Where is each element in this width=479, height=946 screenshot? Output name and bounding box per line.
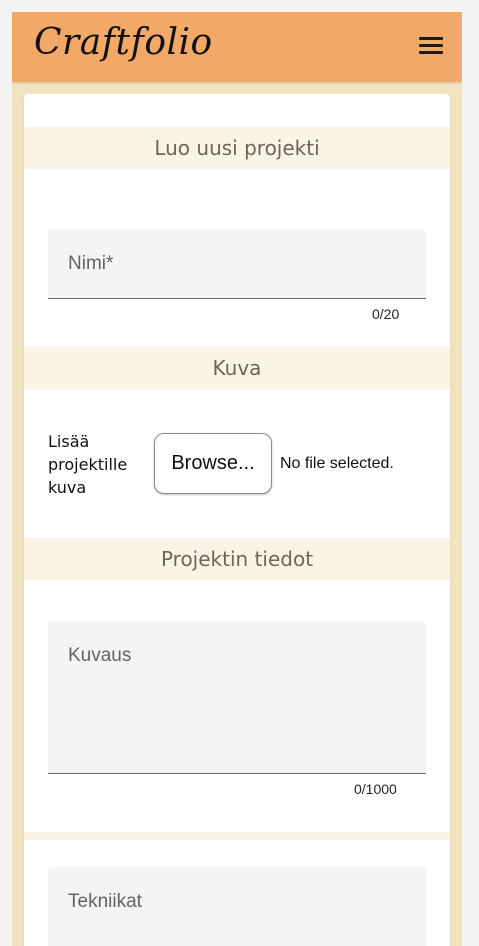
name-input[interactable]: Nimi* — [48, 229, 426, 299]
app-bar: Craftfolio — [12, 12, 462, 82]
description-field-label: Kuvaus — [68, 645, 132, 666]
section-create-heading: Luo uusi projekti — [24, 127, 450, 169]
name-char-counter: 0/20 — [372, 306, 400, 322]
hamburger-menu-icon[interactable] — [418, 34, 444, 60]
browse-button[interactable]: Browse... — [154, 433, 272, 494]
techniques-field-label: Tekniikat — [68, 891, 142, 912]
file-status-text: No file selected. — [280, 455, 394, 472]
app-frame: Craftfolio Luo uusi projekti Nimi* 0/20 … — [12, 12, 462, 946]
section-details-heading: Projektin tiedot — [24, 538, 450, 580]
description-textarea[interactable]: Kuvaus — [48, 621, 426, 774]
name-field-label: Nimi* — [68, 253, 114, 274]
section-image-heading: Kuva — [24, 347, 450, 389]
project-form-card: Luo uusi projekti Nimi* 0/20 Kuva Lisää … — [24, 94, 450, 946]
techniques-input[interactable]: Tekniikat — [48, 867, 426, 946]
app-title[interactable]: Craftfolio — [34, 22, 213, 63]
description-char-counter: 0/1000 — [354, 781, 397, 797]
image-upload-label: Lisää projektille kuva — [48, 432, 128, 497]
section-divider — [24, 832, 450, 840]
